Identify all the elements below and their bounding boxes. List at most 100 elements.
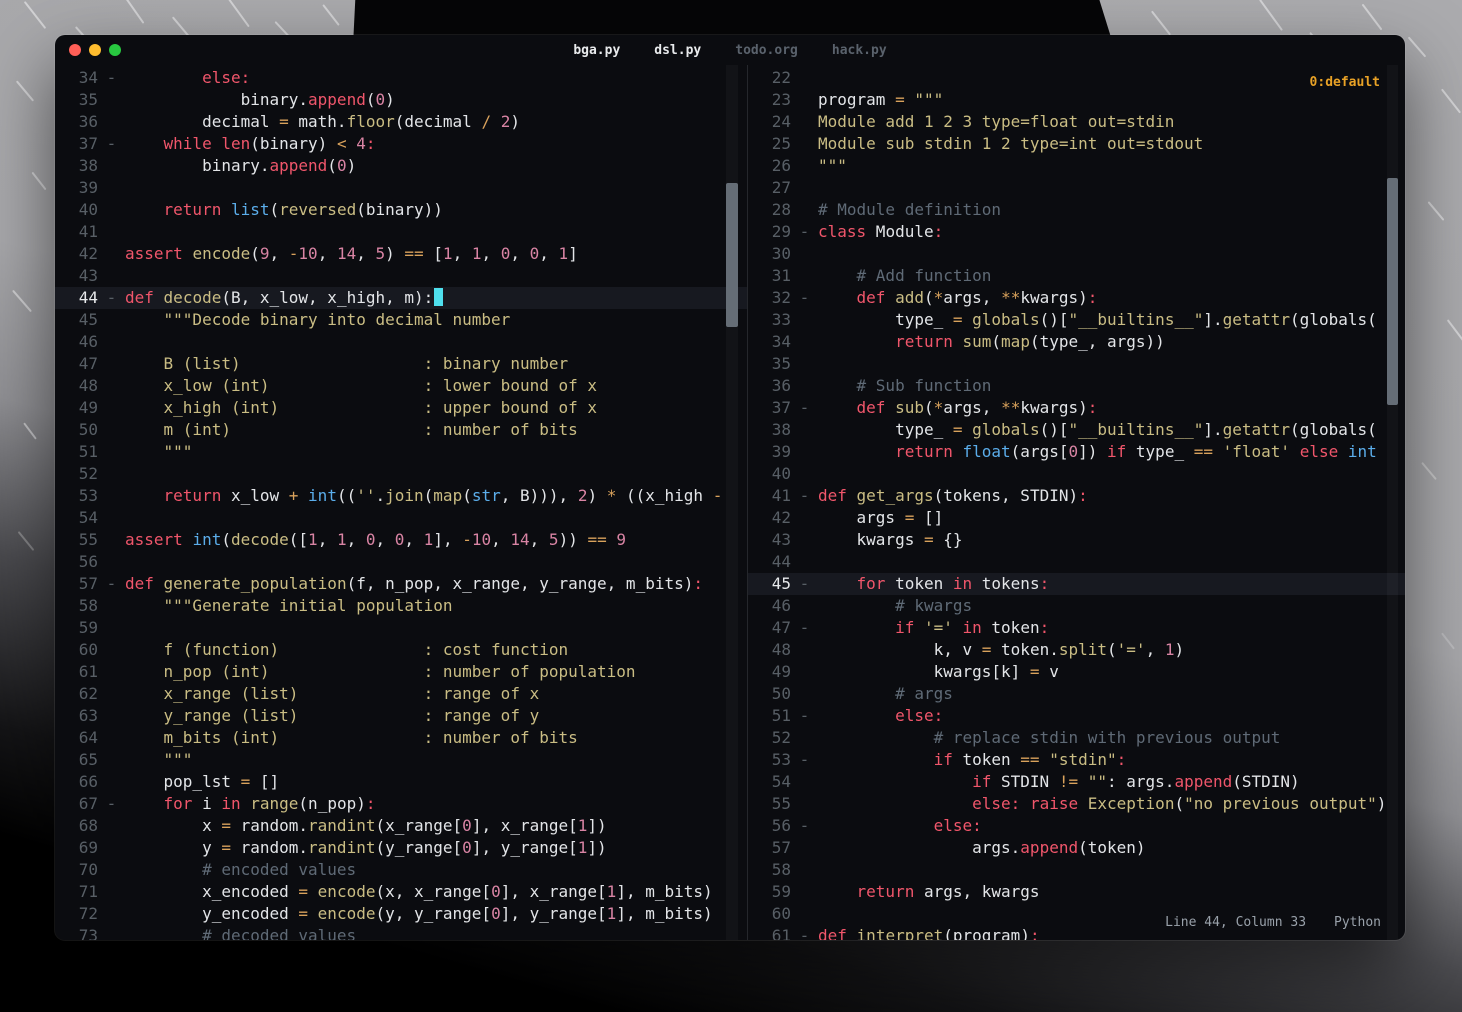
fold-indicator[interactable]: - [791, 925, 818, 940]
code-line-54[interactable]: 54 if STDIN != "": args.append(STDIN) [748, 771, 1405, 793]
code-line-53[interactable]: 53- if token == "stdin": [748, 749, 1405, 771]
code-line-39[interactable]: 39 [55, 177, 747, 199]
fold-indicator[interactable]: - [791, 705, 818, 727]
code-line-62[interactable]: 62 x_range (list) : range of x [55, 683, 747, 705]
code-line-68[interactable]: 68 x = random.randint(x_range[0], x_rang… [55, 815, 747, 837]
code-line-40[interactable]: 40 return list(reversed(binary)) [55, 199, 747, 221]
code-line-35[interactable]: 35 binary.append(0) [55, 89, 747, 111]
left-scrollbar-thumb[interactable] [726, 183, 738, 327]
code-line-57[interactable]: 57-def generate_population(f, n_pop, x_r… [55, 573, 747, 595]
code-line-48[interactable]: 48 x_low (int) : lower bound of x [55, 375, 747, 397]
code-line-34[interactable]: 34- else: [55, 67, 747, 89]
fold-indicator[interactable]: - [98, 793, 125, 815]
code-line-63[interactable]: 63 y_range (list) : range of y [55, 705, 747, 727]
code-line-51[interactable]: 51 """ [55, 441, 747, 463]
code-line-44[interactable]: 44 [748, 551, 1405, 573]
code-line-58[interactable]: 58 """Generate initial population [55, 595, 747, 617]
code-line-70[interactable]: 70 # encoded values [55, 859, 747, 881]
fold-indicator[interactable]: - [791, 749, 818, 771]
code-line-48[interactable]: 48 k, v = token.split('=', 1) [748, 639, 1405, 661]
code-line-50[interactable]: 50 # args [748, 683, 1405, 705]
code-line-71[interactable]: 71 x_encoded = encode(x, x_range[0], x_r… [55, 881, 747, 903]
code-line-35[interactable]: 35 [748, 353, 1405, 375]
code-line-31[interactable]: 31 # Add function [748, 265, 1405, 287]
code-line-56[interactable]: 56 [55, 551, 747, 573]
code-line-29[interactable]: 29-class Module: [748, 221, 1405, 243]
fold-indicator[interactable]: - [791, 617, 818, 639]
close-button[interactable] [69, 44, 81, 56]
code-line-50[interactable]: 50 m (int) : number of bits [55, 419, 747, 441]
code-line-42[interactable]: 42 args = [] [748, 507, 1405, 529]
code-line-41[interactable]: 41 [55, 221, 747, 243]
code-line-69[interactable]: 69 y = random.randint(y_range[0], y_rang… [55, 837, 747, 859]
code-line-55[interactable]: 55assert int(decode([1, 1, 0, 0, 1], -10… [55, 529, 747, 551]
code-line-52[interactable]: 52 [55, 463, 747, 485]
code-line-47[interactable]: 47- if '=' in token: [748, 617, 1405, 639]
code-line-23[interactable]: 23program = """ [748, 89, 1405, 111]
code-line-47[interactable]: 47 B (list) : binary number [55, 353, 747, 375]
code-line-37[interactable]: 37- while len(binary) < 4: [55, 133, 747, 155]
code-line-41[interactable]: 41-def get_args(tokens, STDIN): [748, 485, 1405, 507]
fold-indicator[interactable]: - [791, 573, 818, 595]
fold-indicator[interactable]: - [791, 287, 818, 309]
code-line-57[interactable]: 57 args.append(token) [748, 837, 1405, 859]
fold-indicator[interactable]: - [98, 287, 125, 309]
tab-dsl-py[interactable]: dsl.py [654, 43, 701, 58]
code-line-37[interactable]: 37- def sub(*args, **kwargs): [748, 397, 1405, 419]
code-line-39[interactable]: 39 return float(args[0]) if type_ == 'fl… [748, 441, 1405, 463]
code-line-34[interactable]: 34 return sum(map(type_, args)) [748, 331, 1405, 353]
code-line-59[interactable]: 59 return args, kwargs [748, 881, 1405, 903]
code-line-43[interactable]: 43 [55, 265, 747, 287]
code-line-38[interactable]: 38 binary.append(0) [55, 155, 747, 177]
zoom-button[interactable] [109, 44, 121, 56]
code-line-46[interactable]: 46 [55, 331, 747, 353]
tab-hack-py[interactable]: hack.py [832, 43, 887, 58]
code-line-53[interactable]: 53 return x_low + int((''.join(map(str, … [55, 485, 747, 507]
code-line-36[interactable]: 36 # Sub function [748, 375, 1405, 397]
code-line-44[interactable]: 44-def decode(B, x_low, x_high, m): [55, 287, 747, 309]
code-line-59[interactable]: 59 [55, 617, 747, 639]
fold-indicator[interactable]: - [791, 221, 818, 243]
code-line-45[interactable]: 45- for token in tokens: [748, 573, 1405, 595]
code-line-49[interactable]: 49 x_high (int) : upper bound of x [55, 397, 747, 419]
tab-todo-org[interactable]: todo.org [735, 43, 798, 58]
code-line-38[interactable]: 38 type_ = globals()["__builtins__"].get… [748, 419, 1405, 441]
minimize-button[interactable] [89, 44, 101, 56]
code-line-51[interactable]: 51- else: [748, 705, 1405, 727]
code-line-64[interactable]: 64 m_bits (int) : number of bits [55, 727, 747, 749]
code-line-61[interactable]: 61 n_pop (int) : number of population [55, 661, 747, 683]
code-line-33[interactable]: 33 type_ = globals()["__builtins__"].get… [748, 309, 1405, 331]
code-line-72[interactable]: 72 y_encoded = encode(y, y_range[0], y_r… [55, 903, 747, 925]
fold-indicator[interactable]: - [791, 815, 818, 837]
code-line-25[interactable]: 25Module sub stdin 1 2 type=int out=stdo… [748, 133, 1405, 155]
code-line-54[interactable]: 54 [55, 507, 747, 529]
code-line-27[interactable]: 27 [748, 177, 1405, 199]
code-line-58[interactable]: 58 [748, 859, 1405, 881]
code-line-22[interactable]: 22 [748, 67, 1405, 89]
fold-indicator[interactable]: - [98, 573, 125, 595]
code-line-67[interactable]: 67- for i in range(n_pop): [55, 793, 747, 815]
fold-indicator[interactable]: - [791, 485, 818, 507]
code-line-56[interactable]: 56- else: [748, 815, 1405, 837]
code-line-49[interactable]: 49 kwargs[k] = v [748, 661, 1405, 683]
code-line-46[interactable]: 46 # kwargs [748, 595, 1405, 617]
code-line-24[interactable]: 24Module add 1 2 3 type=float out=stdin [748, 111, 1405, 133]
fold-indicator[interactable]: - [98, 133, 125, 155]
code-line-73[interactable]: 73 # decoded values [55, 925, 747, 940]
fold-indicator[interactable]: - [98, 67, 125, 89]
code-line-36[interactable]: 36 decimal = math.floor(decimal / 2) [55, 111, 747, 133]
code-line-26[interactable]: 26""" [748, 155, 1405, 177]
code-line-55[interactable]: 55 else: raise Exception("no previous ou… [748, 793, 1405, 815]
code-line-52[interactable]: 52 # replace stdin with previous output [748, 727, 1405, 749]
code-line-40[interactable]: 40 [748, 463, 1405, 485]
code-line-66[interactable]: 66 pop_lst = [] [55, 771, 747, 793]
fold-indicator[interactable]: - [791, 397, 818, 419]
code-line-32[interactable]: 32- def add(*args, **kwargs): [748, 287, 1405, 309]
code-line-60[interactable]: 60 f (function) : cost function [55, 639, 747, 661]
tab-bga-py[interactable]: bga.py [573, 43, 620, 58]
code-line-30[interactable]: 30 [748, 243, 1405, 265]
code-line-45[interactable]: 45 """Decode binary into decimal number [55, 309, 747, 331]
right-scrollbar-thumb[interactable] [1387, 178, 1398, 405]
code-line-28[interactable]: 28# Module definition [748, 199, 1405, 221]
code-line-42[interactable]: 42assert encode(9, -10, 14, 5) == [1, 1,… [55, 243, 747, 265]
